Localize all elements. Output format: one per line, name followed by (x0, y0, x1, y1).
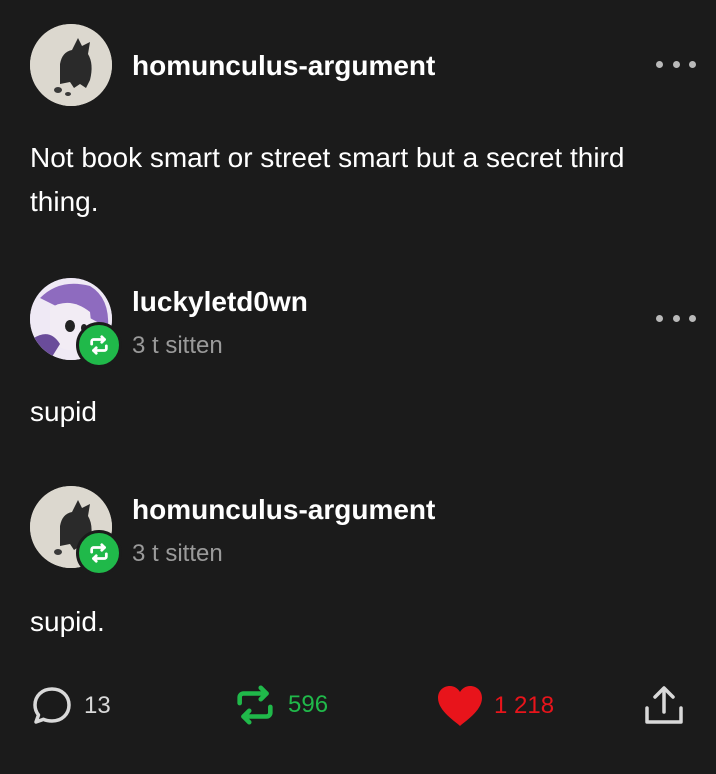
like-count: 1 218 (494, 692, 555, 719)
reblog-icon (76, 322, 122, 368)
heart-icon (438, 686, 482, 726)
reblog-timestamp: 3 t sitten (132, 332, 223, 359)
comment-count: 13 (84, 692, 111, 719)
post-author-name[interactable]: homunculus-argument (132, 50, 435, 82)
reblog-button[interactable]: 596 (232, 682, 328, 728)
comment-button[interactable]: 13 (30, 684, 111, 728)
reblog-text: supid (30, 396, 97, 427)
comment-icon (33, 687, 71, 724)
more-icon[interactable] (656, 56, 696, 72)
more-icon[interactable] (656, 310, 696, 326)
reblog-username[interactable]: luckyletd0wn (132, 286, 308, 318)
post-text: Not book smart or street smart but a sec… (30, 142, 625, 217)
reblog-icon (76, 530, 122, 576)
reblog-timestamp: 3 t sitten (132, 540, 223, 567)
reblog-icon (237, 685, 273, 725)
share-button[interactable] (642, 684, 686, 733)
share-icon (645, 686, 683, 724)
like-button[interactable]: 1 218 (436, 684, 554, 728)
reblog-username[interactable]: homunculus-argument (132, 494, 435, 526)
reblog-count: 596 (288, 691, 329, 718)
reblog-text: supid. (30, 606, 105, 637)
avatar[interactable] (30, 24, 112, 106)
